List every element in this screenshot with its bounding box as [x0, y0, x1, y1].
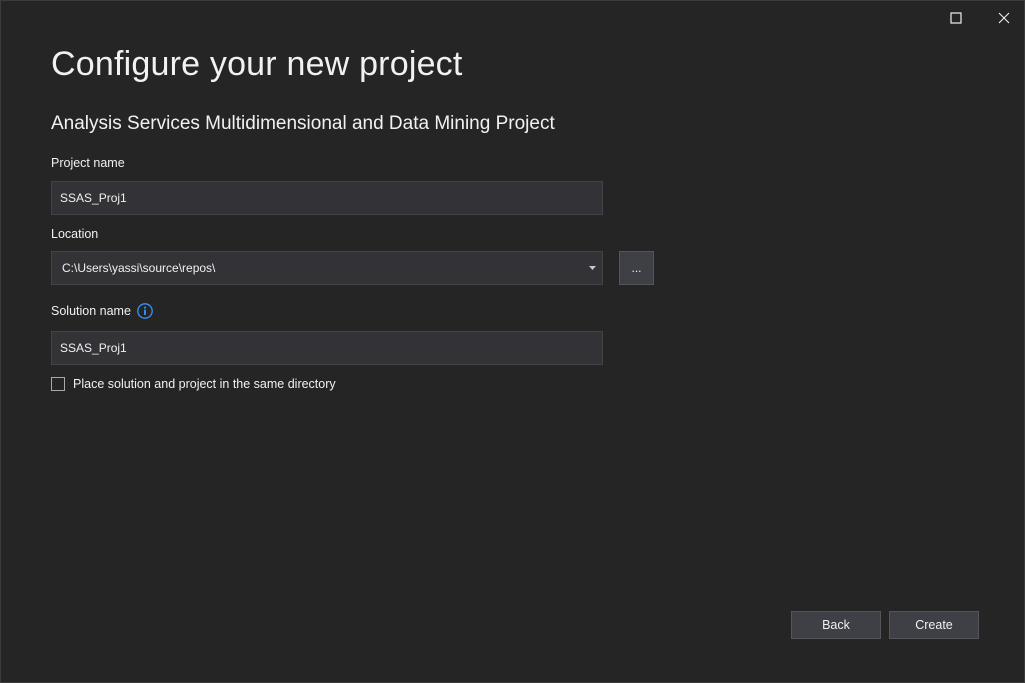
configure-project-dialog: Configure your new project Analysis Serv… — [0, 0, 1025, 683]
create-button[interactable]: Create — [889, 611, 979, 639]
location-label: Location — [51, 227, 99, 241]
project-name-input[interactable] — [51, 181, 603, 215]
close-icon — [998, 12, 1010, 24]
solution-name-input[interactable] — [51, 331, 603, 365]
location-value: C:\Users\yassi\source\repos\ — [62, 261, 216, 275]
maximize-button[interactable] — [933, 1, 979, 35]
project-name-label: Project name — [51, 156, 125, 170]
info-icon[interactable] — [137, 303, 153, 319]
browse-location-button[interactable]: ... — [619, 251, 654, 285]
maximize-icon — [950, 12, 962, 24]
same-directory-option[interactable]: Place solution and project in the same d… — [51, 377, 336, 391]
solution-name-label: Solution name — [51, 304, 131, 318]
close-button[interactable] — [981, 1, 1024, 35]
location-combobox[interactable]: C:\Users\yassi\source\repos\ — [51, 251, 603, 285]
same-directory-checkbox[interactable] — [51, 377, 65, 391]
same-directory-label: Place solution and project in the same d… — [73, 377, 336, 391]
dropdown-arrow-icon[interactable] — [584, 252, 600, 284]
back-button[interactable]: Back — [791, 611, 881, 639]
project-type-subtitle: Analysis Services Multidimensional and D… — [51, 113, 555, 134]
solution-name-label-row: Solution name — [51, 303, 153, 319]
page-title: Configure your new project — [51, 45, 463, 83]
